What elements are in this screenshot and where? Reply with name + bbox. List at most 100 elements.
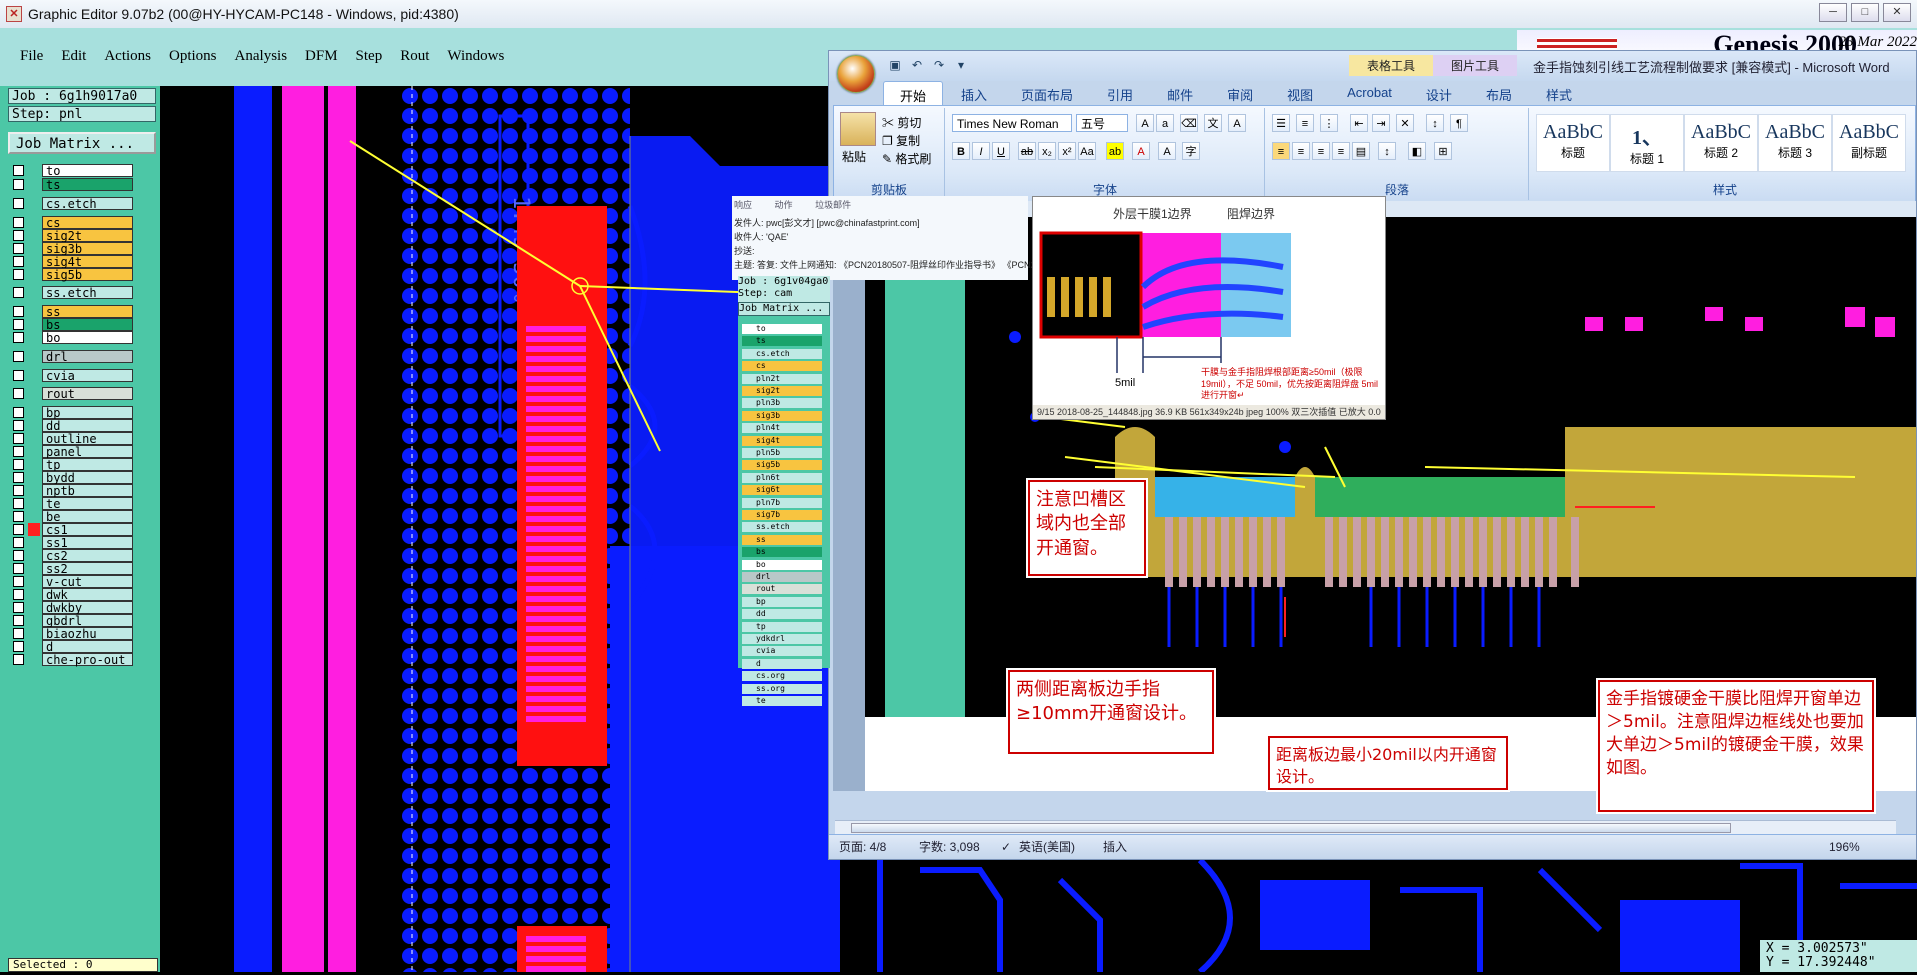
layer-name[interactable]: d [42, 639, 133, 653]
layer-checkbox[interactable] [13, 445, 24, 457]
layer-row-te[interactable]: te [9, 496, 133, 510]
menu-windows[interactable]: Windows [447, 48, 504, 65]
layer-row-ss1[interactable]: ss1 [9, 535, 133, 549]
layer-row-dwk[interactable]: dwk [9, 587, 133, 601]
layer-checkbox[interactable] [13, 640, 24, 652]
layer-checkbox[interactable] [13, 523, 24, 535]
layer-name[interactable]: che-pro-out [42, 652, 133, 666]
layer-row-ss[interactable]: ss [9, 304, 133, 318]
clear-format-icon[interactable]: ⌫ [1180, 114, 1198, 132]
change-case-icon[interactable]: Aa [1078, 142, 1096, 160]
layer-row-rout[interactable]: rout [9, 386, 133, 400]
shading-icon[interactable]: ◧ [1408, 142, 1426, 160]
redo-icon[interactable]: ↷ [931, 57, 947, 73]
bold-icon[interactable]: B [952, 142, 970, 160]
tab-acrobat[interactable]: Acrobat [1331, 81, 1408, 105]
layer-name[interactable]: ss.etch [42, 285, 133, 299]
font-name-combo[interactable]: Times New Roman [952, 114, 1072, 132]
layer-row-be[interactable]: be [9, 509, 133, 523]
layer-checkbox[interactable] [13, 627, 24, 639]
subscript-icon[interactable]: x₂ [1038, 142, 1056, 160]
picture-tools-tab[interactable]: 图片工具 [1433, 55, 1518, 76]
layer-checkbox[interactable] [13, 255, 24, 267]
layer-checkbox[interactable] [13, 197, 24, 209]
tab-page-layout[interactable]: 页面布局 [1005, 81, 1089, 105]
layer-name[interactable]: sig2t [42, 228, 133, 242]
layer-name[interactable]: ss [42, 304, 133, 318]
grow-font-icon[interactable]: A [1136, 114, 1154, 132]
layer-row-bo[interactable]: bo [9, 330, 133, 344]
char-border-icon[interactable]: A [1228, 114, 1246, 132]
paste-icon[interactable] [840, 112, 876, 146]
layer-name[interactable]: outline [42, 431, 133, 445]
status-page[interactable]: 页面: 4/8 [839, 835, 886, 859]
layer-row-tp[interactable]: tp [9, 457, 133, 471]
tab-styles[interactable]: 样式 [1530, 81, 1588, 105]
style-heading2[interactable]: AaBbC 标题 2 [1684, 114, 1758, 172]
numbering-icon[interactable]: ≡ [1296, 114, 1314, 132]
layer-row-cvia[interactable]: cvia [9, 368, 133, 382]
layer-checkbox[interactable] [13, 268, 24, 280]
layer-row-to[interactable]: to [9, 163, 133, 177]
layer-row-ss.etch[interactable]: ss.etch [9, 285, 133, 299]
layer-name[interactable]: ss1 [42, 535, 133, 549]
proofing-icon[interactable]: ✓ [1001, 835, 1011, 859]
layer-name[interactable]: ts [42, 177, 133, 191]
format-painter-button[interactable]: ✎ 格式刷 [882, 150, 931, 167]
bullets-icon[interactable]: ☰ [1272, 114, 1290, 132]
layer-row-drl[interactable]: drl [9, 349, 133, 363]
layer-checkbox[interactable] [13, 588, 24, 600]
layer-name[interactable]: sig4t [42, 254, 133, 268]
enclose-char-icon[interactable]: 字 [1182, 142, 1200, 160]
style-heading1[interactable]: 1、 标题 1 [1610, 114, 1684, 172]
layer-row-cs.etch[interactable]: cs.etch [9, 196, 133, 210]
maximize-button[interactable]: □ [1851, 3, 1879, 22]
layer-row-cs[interactable]: cs [9, 215, 133, 229]
menu-file[interactable]: File [20, 48, 43, 65]
borders-icon[interactable]: ⊞ [1434, 142, 1452, 160]
align-center-icon[interactable]: ≡ [1292, 142, 1310, 160]
tab-mailings[interactable]: 邮件 [1151, 81, 1209, 105]
phonetic-icon[interactable]: 文 [1204, 114, 1222, 132]
tab-design[interactable]: 设计 [1410, 81, 1468, 105]
layer-row-ts[interactable]: ts [9, 177, 133, 191]
layer-name[interactable]: panel [42, 444, 133, 458]
multilevel-list-icon[interactable]: ⋮ [1320, 114, 1338, 132]
layer-row-che-pro-out[interactable]: che-pro-out [9, 652, 133, 666]
menu-options[interactable]: Options [169, 48, 217, 65]
layer-row-nptb[interactable]: nptb [9, 483, 133, 497]
line-spacing-icon[interactable]: ↕ [1378, 142, 1396, 160]
close-button[interactable]: ✕ [1883, 3, 1911, 22]
tab-review[interactable]: 审阅 [1211, 81, 1269, 105]
align-right-icon[interactable]: ≡ [1312, 142, 1330, 160]
status-language[interactable]: 英语(美国) [1019, 835, 1075, 859]
highlight-icon[interactable]: ab [1106, 142, 1124, 160]
layer-checkbox[interactable] [13, 406, 24, 418]
layer-checkbox[interactable] [13, 432, 24, 444]
layer-name[interactable]: bp [42, 405, 133, 419]
layer-name[interactable]: te [42, 496, 133, 510]
tab-view[interactable]: 视图 [1271, 81, 1329, 105]
layer-checkbox[interactable] [13, 614, 24, 626]
layer-row-bp[interactable]: bp [9, 405, 133, 419]
increase-indent-icon[interactable]: ⇥ [1372, 114, 1390, 132]
layer-checkbox[interactable] [13, 318, 24, 330]
layer-name[interactable]: drl [42, 349, 133, 363]
undo-icon[interactable]: ↶ [909, 57, 925, 73]
job-matrix-button[interactable]: Job Matrix ... [8, 132, 156, 154]
layer-row-d[interactable]: d [9, 639, 133, 653]
cut-button[interactable]: ✂ 剪切 [882, 114, 921, 131]
status-insert-mode[interactable]: 插入 [1103, 835, 1127, 859]
layer-checkbox[interactable] [13, 575, 24, 587]
menu-rout[interactable]: Rout [400, 48, 429, 65]
chinese-layout-icon[interactable]: ✕ [1396, 114, 1414, 132]
minimize-button[interactable]: ─ [1819, 3, 1847, 22]
align-left-icon[interactable]: ≡ [1272, 142, 1290, 160]
tab-references[interactable]: 引用 [1091, 81, 1149, 105]
menu-edit[interactable]: Edit [61, 48, 86, 65]
layer-name[interactable]: dwk [42, 587, 133, 601]
layer-row-sig3b[interactable]: sig3b [9, 241, 133, 255]
char-shading-icon[interactable]: A [1158, 142, 1176, 160]
layer-name[interactable]: be [42, 509, 133, 523]
layer-checkbox[interactable] [13, 286, 24, 298]
